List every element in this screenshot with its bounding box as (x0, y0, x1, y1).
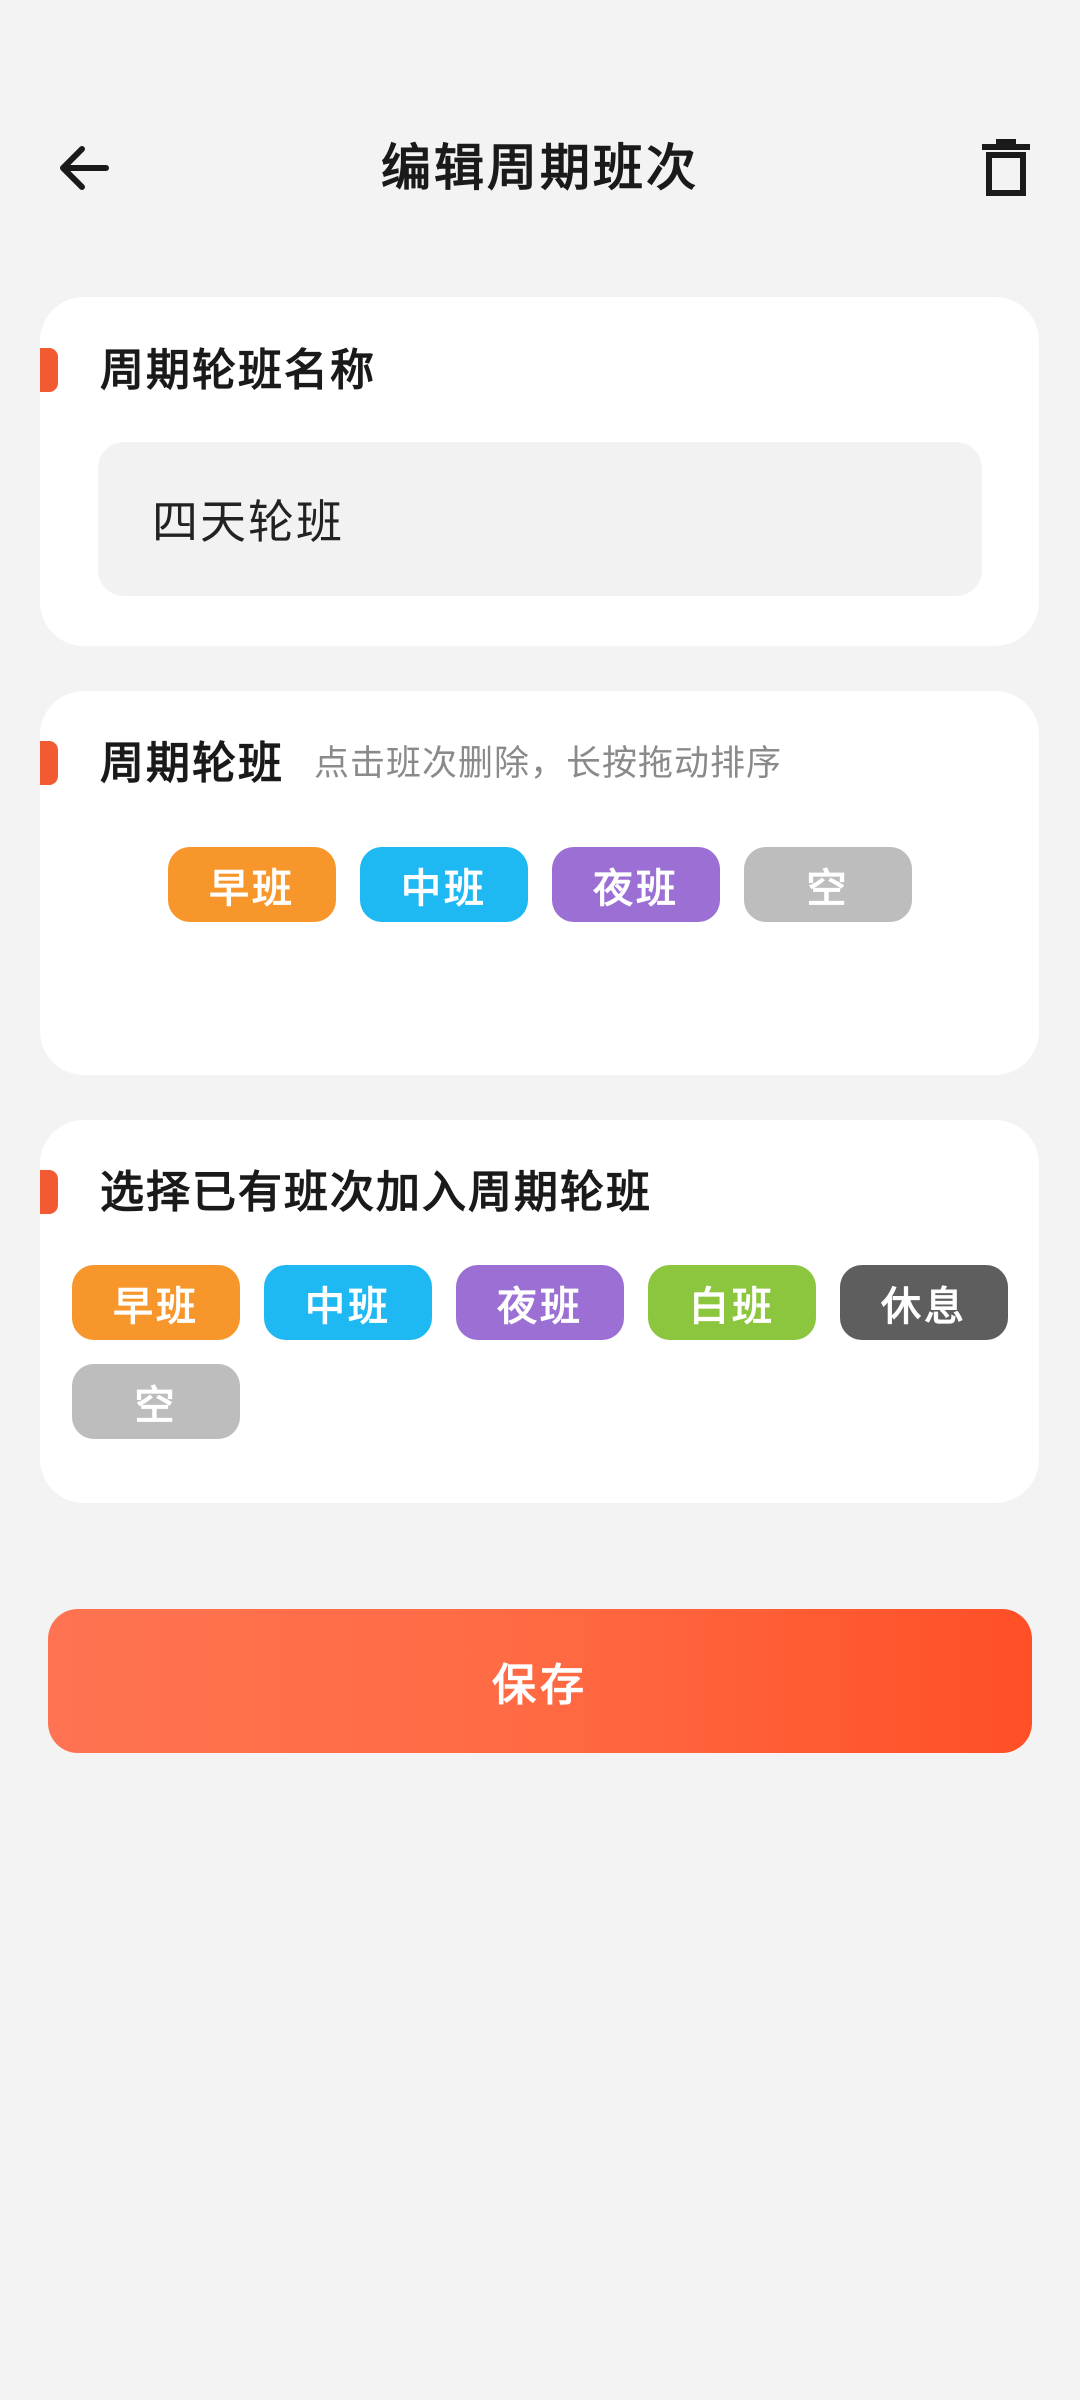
available-shift-chip[interactable]: 夜班 (456, 1265, 624, 1340)
available-shift-chip[interactable]: 休息 (840, 1265, 1008, 1340)
available-shift-chip[interactable]: 中班 (264, 1265, 432, 1340)
cycle-name-input[interactable] (98, 442, 982, 596)
available-shift-chip[interactable]: 白班 (648, 1265, 816, 1340)
cycle-shift-chip[interactable]: 中班 (360, 847, 528, 922)
cycle-shifts-hint: 点击班次删除，长按拖动排序 (314, 744, 783, 784)
cycle-name-title: 周期轮班名称 (100, 345, 376, 396)
cycle-name-card: 周期轮班名称 (40, 297, 1039, 646)
cycle-shift-chip[interactable]: 早班 (168, 847, 336, 922)
cycle-shifts-title: 周期轮班 (100, 738, 284, 789)
section-marker (40, 741, 58, 785)
page-title: 编辑周期班次 (381, 139, 699, 197)
section-marker (40, 1170, 58, 1214)
select-shifts-title: 选择已有班次加入周期轮班 (100, 1167, 652, 1218)
top-bar: 编辑周期班次 (0, 110, 1080, 226)
cycle-shift-chip[interactable]: 空 (744, 847, 912, 922)
available-shift-chip[interactable]: 空 (72, 1364, 240, 1439)
section-marker (40, 348, 58, 392)
save-button[interactable]: 保存 (48, 1609, 1032, 1753)
cycle-shift-chip[interactable]: 夜班 (552, 847, 720, 922)
cycle-shifts-card: 周期轮班 点击班次删除，长按拖动排序 早班 中班 夜班空 (40, 691, 1039, 1075)
available-shift-chip[interactable]: 早班 (72, 1265, 240, 1340)
delete-button[interactable] (970, 132, 1042, 204)
select-shifts-card: 选择已有班次加入周期轮班 早班 中班 夜班 白班 休息空 (40, 1120, 1039, 1503)
trash-icon (982, 139, 1030, 196)
